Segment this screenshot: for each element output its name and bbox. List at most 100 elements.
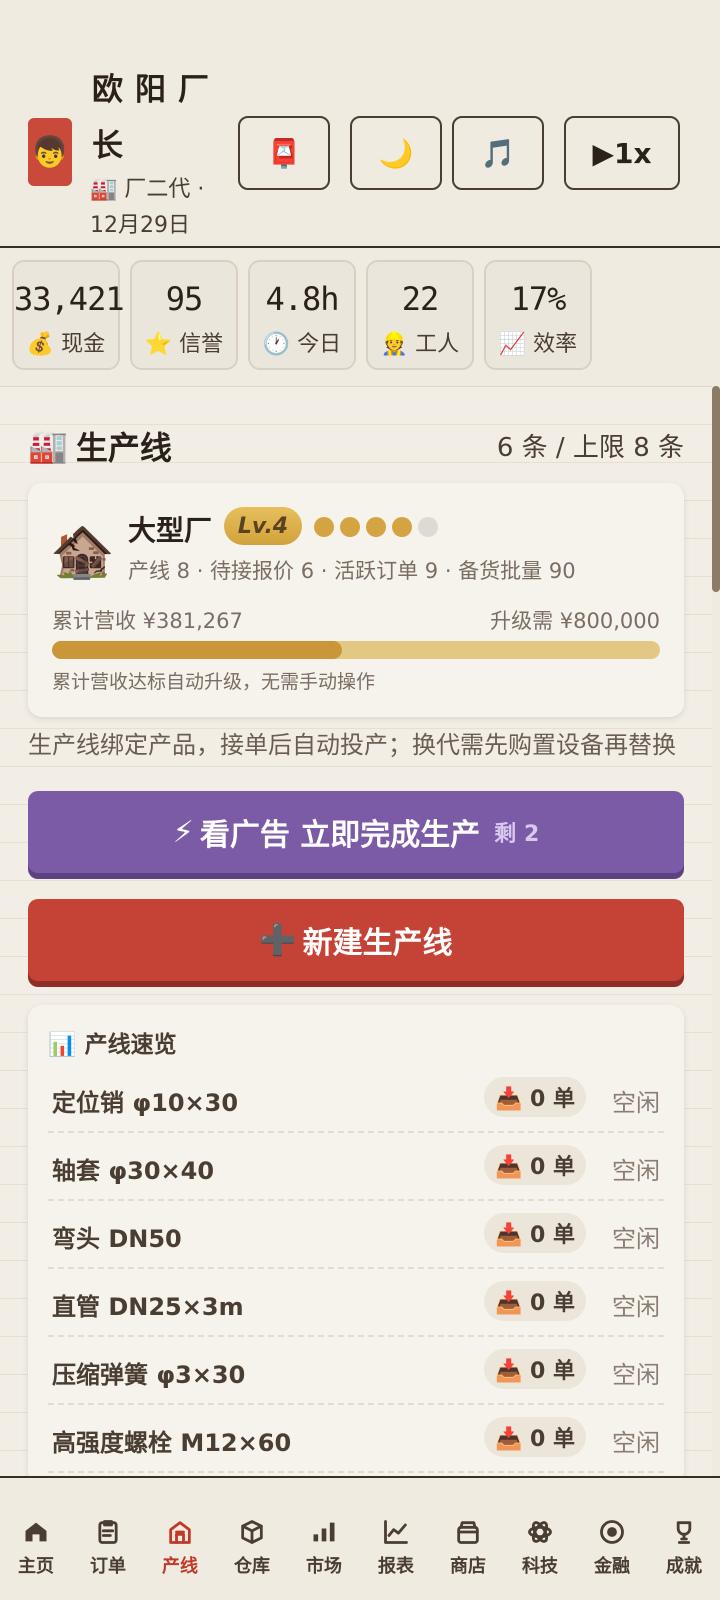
line-state: 空闲 — [612, 1157, 660, 1185]
stat-label: 💰 现金 — [26, 332, 106, 357]
product-name: 弯头 DN50 — [52, 1225, 182, 1253]
bar-chart-icon — [313, 1522, 335, 1542]
scrollbar[interactable] — [712, 386, 720, 592]
line-chart-icon — [384, 1520, 408, 1544]
stat-cash[interactable]: 33,421 💰 现金 — [12, 260, 125, 370]
stat-value: 33,421 — [14, 280, 125, 318]
nav-item-lines[interactable]: 产线 — [144, 1516, 216, 1578]
order-count-pill[interactable]: 📥 0 单 — [484, 1417, 586, 1457]
nav-item-reports[interactable]: 报表 — [360, 1516, 432, 1578]
stat-workers[interactable]: 22 👷 工人 — [366, 260, 474, 370]
stat-label: 👷 工人 — [380, 332, 460, 357]
nav-label: 商店 — [450, 1556, 486, 1577]
mailbox-button[interactable]: 📮 — [238, 116, 330, 190]
upgrade-progress-fill — [52, 641, 342, 659]
player-name: 欧阳厂长 — [92, 72, 221, 164]
nav-item-home[interactable]: 主页 — [0, 1516, 72, 1578]
list-item[interactable]: 高强度螺栓 M12×60 📥 0 单 空闲 — [48, 1405, 664, 1473]
production-panel: 🏭 生产线 6 条 / 上限 8 条 🏚️ 大型厂 Lv.4 产线 8 · 待接… — [0, 386, 712, 1485]
night-mode-button[interactable]: 🌙 — [350, 116, 442, 190]
list-item[interactable]: 轴套 φ30×40 📥 0 单 空闲 — [48, 1133, 664, 1201]
avatar[interactable]: 👦 — [28, 118, 72, 186]
nav-label: 成就 — [666, 1556, 702, 1577]
speed-button[interactable]: ▶1x — [564, 116, 680, 190]
upgrade-note: 累计营收达标自动升级，无需手动操作 — [52, 671, 376, 693]
stat-today[interactable]: 4.8h 🕐 今日 — [248, 260, 356, 370]
overview-card: 📊 产线速览 定位销 φ10×30 📥 0 单 空闲 轴套 φ30×40 📥 0… — [28, 1005, 684, 1485]
list-item[interactable]: 定位销 φ10×30 📥 0 单 空闲 — [48, 1065, 664, 1133]
level-stars — [314, 517, 438, 537]
order-count-pill[interactable]: 📥 0 单 — [484, 1077, 586, 1117]
nav-label: 金融 — [594, 1556, 630, 1577]
production-info: 生产线绑定产品，接单后自动投产；换代需先购置设备再替换 — [28, 731, 676, 759]
nav-item-warehouse[interactable]: 仓库 — [216, 1516, 288, 1578]
overview-title: 📊 产线速览 — [48, 1032, 177, 1058]
factory-small-icon: 🏭 — [90, 177, 118, 202]
music-button[interactable]: 🎵 — [452, 116, 544, 190]
moon-icon: 🌙 — [378, 136, 414, 170]
nav-item-finance[interactable]: 金融 — [576, 1516, 648, 1578]
shop-icon — [457, 1521, 479, 1544]
level-badge: Lv.4 — [224, 507, 302, 545]
nav-item-achievements[interactable]: 成就 — [648, 1516, 720, 1578]
stat-value: 95 — [165, 280, 204, 318]
list-item[interactable]: 压缩弹簧 φ3×30 📥 0 单 空闲 — [48, 1337, 664, 1405]
stat-label: 📈 效率 — [498, 332, 578, 357]
nav-label: 订单 — [90, 1556, 126, 1577]
lightning-icon: ⚡ — [172, 814, 194, 850]
trophy-icon — [676, 1521, 692, 1544]
list-item[interactable]: 直管 DN25×3m 📥 0 单 空闲 — [48, 1269, 664, 1337]
line-state: 空闲 — [612, 1293, 660, 1321]
stat-value: 22 — [401, 280, 440, 318]
ad-remaining: 剩 2 — [494, 822, 540, 847]
stat-value: 4.8h — [265, 280, 339, 318]
order-count-pill[interactable]: 📥 0 单 — [484, 1213, 586, 1253]
level-star — [418, 517, 438, 537]
order-count-pill[interactable]: 📥 0 单 — [484, 1349, 586, 1389]
top-header: 👦 欧阳厂长 🏭 厂二代 · 12月29日 📮 🌙 🎵 ▶1x — [0, 0, 720, 248]
level-star — [366, 517, 386, 537]
factory-name: 大型厂 — [128, 514, 213, 547]
nav-item-orders[interactable]: 订单 — [72, 1516, 144, 1578]
section-title: 🏭 生产线 — [28, 423, 172, 469]
line-state: 空闲 — [612, 1089, 660, 1117]
music-icon: 🎵 — [480, 136, 516, 170]
bottom-nav: 主页 订单 产线 仓库 市场 报表 商店 科技 金融 成就 — [0, 1476, 720, 1600]
product-name: 定位销 φ10×30 — [52, 1089, 239, 1117]
stat-reputation[interactable]: 95 ⭐ 信誉 — [130, 260, 238, 370]
plus-icon: ➕ — [259, 922, 297, 958]
nav-item-shop[interactable]: 商店 — [432, 1516, 504, 1578]
list-item[interactable]: 弯头 DN50 📥 0 单 空闲 — [48, 1201, 664, 1269]
line-state: 空闲 — [612, 1361, 660, 1389]
order-count-pill[interactable]: 📥 0 单 — [484, 1145, 586, 1185]
product-name: 轴套 φ30×40 — [52, 1157, 215, 1185]
nav-label: 科技 — [522, 1556, 558, 1577]
line-count: 6 条 / 上限 8 条 — [496, 433, 684, 463]
factory-icon — [169, 1521, 191, 1544]
nav-label: 报表 — [378, 1556, 414, 1577]
stat-label: 🕐 今日 — [262, 332, 342, 357]
nav-label: 主页 — [18, 1556, 54, 1577]
nav-item-market[interactable]: 市场 — [288, 1516, 360, 1578]
player-subtitle: 🏭 厂二代 · 12月29日 — [90, 172, 230, 244]
upgrade-progress-bar — [52, 641, 660, 659]
new-line-button[interactable]: ➕ 新建生产线 — [28, 899, 684, 981]
nav-label: 产线 — [162, 1556, 198, 1577]
product-name: 直管 DN25×3m — [52, 1293, 244, 1321]
level-star — [340, 517, 360, 537]
watch-ad-button[interactable]: ⚡ 看广告 立即完成生产 剩 2 — [28, 791, 684, 873]
level-star — [314, 517, 334, 537]
factory-meta: 产线 8 · 待接报价 6 · 活跃订单 9 · 备货批量 90 — [128, 559, 576, 583]
nav-item-tech[interactable]: 科技 — [504, 1516, 576, 1578]
watch-ad-label: 看广告 立即完成生产 — [199, 818, 481, 853]
stat-label: ⭐ 信誉 — [144, 332, 224, 357]
new-line-label: 新建生产线 — [302, 926, 453, 961]
atom-icon — [528, 1521, 552, 1543]
upgrade-requirement: 升级需 ¥800,000 — [490, 609, 660, 633]
order-count-pill[interactable]: 📥 0 单 — [484, 1281, 586, 1321]
section-title-text: 生产线 — [75, 429, 172, 467]
house-icon: 🏚️ — [50, 522, 115, 582]
stat-efficiency[interactable]: 17% 📈 效率 — [484, 260, 592, 370]
product-name: 压缩弹簧 φ3×30 — [52, 1361, 246, 1389]
factory-icon: 🏭 — [28, 427, 68, 465]
